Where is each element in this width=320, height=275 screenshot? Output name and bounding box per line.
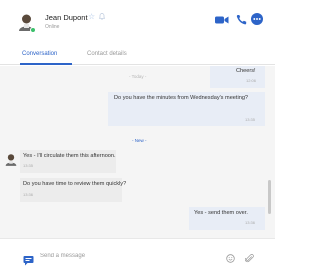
message-time: 13:36: [245, 220, 256, 225]
chat-header: Jean Dupont ☆ Online: [0, 0, 275, 46]
message-text: Do you have time to review them quickly?: [23, 181, 127, 187]
new-messages-divider: - New -: [132, 138, 147, 143]
online-status-dot: [30, 27, 36, 33]
tab-bar: Conversation Contact details: [0, 46, 275, 65]
bell-icon[interactable]: [99, 12, 105, 20]
conversation-pane[interactable]: Cheers! 12:06 - Today - Do you have the …: [0, 66, 275, 238]
message-time: 12:06: [246, 78, 257, 83]
message-text: Yes - send them over.: [194, 210, 248, 216]
message-input[interactable]: [40, 249, 215, 263]
message-text: Yes - I'll circulate them this afternoon…: [23, 153, 116, 159]
video-camera-icon[interactable]: [215, 15, 229, 25]
tab-conversation[interactable]: Conversation: [22, 51, 57, 57]
message-time: 13:36: [23, 192, 34, 197]
star-icon[interactable]: ☆: [88, 12, 95, 21]
contact-name[interactable]: Jean Dupont: [45, 13, 88, 22]
date-divider: - Today -: [129, 74, 147, 79]
scrollbar-thumb[interactable]: [268, 180, 271, 214]
message-time: 13:35: [245, 117, 256, 122]
active-tab-indicator: [20, 63, 72, 65]
paperclip-icon[interactable]: [245, 254, 254, 263]
person-avatar-icon: [5, 154, 17, 166]
message-text: Cheers!: [236, 68, 256, 74]
message-text: Do you have the minutes from Wednesday's…: [114, 95, 249, 101]
contact-status: Online: [45, 24, 60, 30]
message-composer: [0, 238, 275, 275]
ellipsis-icon[interactable]: [251, 13, 263, 25]
emoji-icon[interactable]: [226, 254, 235, 263]
chat-bubble-icon[interactable]: [23, 255, 34, 266]
message-time: 13:35: [23, 163, 34, 168]
phone-icon[interactable]: [236, 14, 247, 25]
tab-contact-details[interactable]: Contact details: [87, 51, 127, 57]
